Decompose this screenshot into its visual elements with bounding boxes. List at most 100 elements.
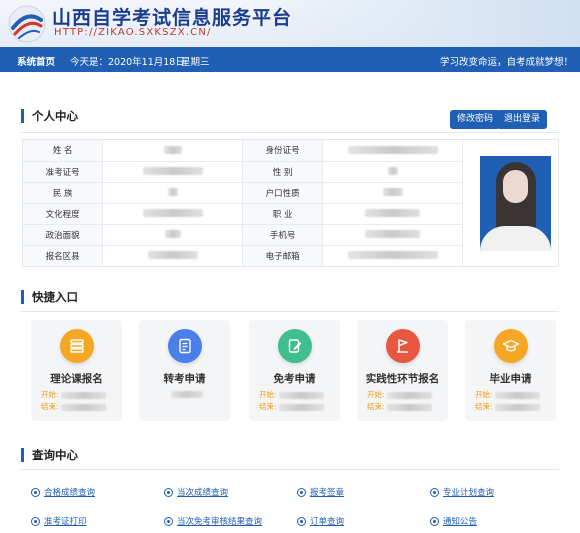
- field-label: 性 别: [242, 161, 324, 183]
- change-password-button[interactable]: 修改密码: [450, 110, 501, 129]
- site-header: 山西自学考试信息服务平台 HTTP://ZIKAO.SXKSZX.CN/: [0, 0, 580, 47]
- circle-icon: [297, 516, 306, 526]
- query-link-current-scores[interactable]: 当次成绩查询: [164, 486, 228, 498]
- circle-icon: [164, 516, 173, 526]
- field-label: 准考证号: [23, 161, 104, 183]
- top-navbar: 系统首页 今天是：2020年11月18日 星期三 学习改变命运，自考成就梦想！: [0, 47, 580, 72]
- field-value: [322, 245, 463, 266]
- redacted-value: [164, 230, 181, 238]
- layers-icon: [60, 329, 94, 363]
- table-row: 政治面貌 手机号: [23, 224, 463, 246]
- quick-card-transfer-application[interactable]: 转考申请: [139, 320, 230, 421]
- redacted-value: [163, 145, 182, 154]
- flag-icon: [386, 329, 420, 363]
- circle-icon: [164, 487, 173, 497]
- redacted-value: [386, 403, 432, 411]
- redacted-value: [278, 403, 324, 411]
- logout-button[interactable]: 退出登录: [497, 110, 548, 129]
- start-time: 开始:: [367, 389, 432, 400]
- field-label: 民 族: [23, 182, 104, 204]
- end-time: 结束:: [367, 401, 432, 412]
- circle-icon: [31, 487, 40, 497]
- current-date: 今天是：2020年11月18日: [70, 57, 185, 68]
- redacted-value: [347, 145, 438, 154]
- redacted-value: [494, 391, 540, 399]
- query-link-admission-ticket-print[interactable]: 准考证打印: [31, 515, 87, 527]
- redacted-value: [347, 251, 438, 260]
- start-time: 开始:: [259, 389, 324, 400]
- nav-home-link[interactable]: 系统首页: [17, 54, 55, 68]
- photo-face: [503, 170, 528, 203]
- start-time: [169, 389, 203, 398]
- end-time: 结束:: [41, 401, 106, 412]
- field-label: 政治面貌: [23, 224, 104, 246]
- redacted-value: [142, 209, 203, 217]
- field-label: 户口性质: [242, 182, 324, 204]
- start-time: 开始:: [475, 389, 540, 400]
- circle-icon: [430, 516, 439, 526]
- redacted-value: [60, 403, 106, 411]
- redacted-value: [365, 230, 421, 238]
- redacted-value: [171, 390, 203, 398]
- redacted-value: [387, 167, 398, 175]
- redacted-value: [60, 391, 106, 399]
- section-title-quick: 快捷入口: [21, 290, 78, 304]
- circle-icon: [297, 487, 306, 497]
- query-link-exemption-review-result[interactable]: 当次免考审核结果查询: [164, 515, 262, 527]
- field-value: [102, 203, 244, 225]
- table-row: 报名区县 电子邮箱: [23, 245, 463, 266]
- quick-entry-cards: 理论课报名 开始: 结束: 转考申请 免考申请 开始: 结束: 实践性环节报名 …: [31, 320, 559, 421]
- quick-card-label: 理论课报名: [50, 373, 103, 385]
- field-value: [322, 203, 463, 225]
- field-value: [322, 224, 463, 246]
- field-value: [102, 245, 244, 266]
- table-row: 文化程度 职 业: [23, 203, 463, 225]
- quick-card-exemption-application[interactable]: 免考申请 开始: 结束:: [249, 320, 340, 421]
- field-label: 姓 名: [23, 140, 104, 162]
- field-value: [102, 182, 244, 204]
- quick-card-label: 毕业申请: [489, 373, 532, 385]
- section-divider: [21, 311, 559, 312]
- header-background: [250, 0, 580, 47]
- photo-shirt: [480, 226, 551, 251]
- table-row: 姓 名 身份证号: [23, 140, 463, 162]
- site-url: HTTP://ZIKAO.SXKSZX.CN/: [54, 27, 212, 38]
- field-label: 职 业: [242, 203, 324, 225]
- query-link-notices[interactable]: 通知公告: [430, 515, 477, 527]
- field-value: [102, 161, 244, 183]
- field-value: [322, 161, 463, 183]
- query-link-passed-scores[interactable]: 合格成绩查询: [31, 486, 95, 498]
- field-value: [322, 140, 463, 162]
- slogan-text: 学习改变命运，自考成就梦想！: [439, 57, 573, 68]
- avatar-photo: [480, 156, 551, 251]
- field-value: [102, 224, 244, 246]
- section-title-query: 查询中心: [21, 448, 78, 462]
- start-time: 开始:: [41, 389, 106, 400]
- query-link-registration-signature[interactable]: 报考签章: [297, 486, 344, 498]
- graduation-cap-icon: [494, 329, 528, 363]
- redacted-value: [365, 209, 421, 217]
- field-value: [102, 140, 244, 162]
- quick-card-label: 免考申请: [273, 373, 316, 385]
- redacted-value: [382, 188, 403, 196]
- quick-card-label: 转考申请: [163, 373, 206, 385]
- redacted-value: [386, 391, 432, 399]
- field-label: 身份证号: [242, 140, 324, 162]
- field-label: 文化程度: [23, 203, 104, 225]
- site-logo-icon[interactable]: [7, 4, 47, 44]
- query-link-major-plan[interactable]: 专业计划查询: [430, 486, 494, 498]
- quick-card-graduation-application[interactable]: 毕业申请 开始: 结束:: [465, 320, 556, 421]
- current-weekday: 星期三: [181, 57, 210, 68]
- table-row: 准考证号 性 别: [23, 161, 463, 183]
- section-title-profile: 个人中心: [21, 109, 78, 123]
- redacted-value: [147, 251, 198, 260]
- query-link-orders[interactable]: 订单查询: [297, 515, 344, 527]
- redacted-value: [142, 167, 203, 175]
- circle-icon: [31, 516, 40, 526]
- end-time: 结束:: [259, 401, 324, 412]
- quick-card-theory-registration[interactable]: 理论课报名 开始: 结束:: [31, 320, 122, 421]
- edit-document-icon: [278, 329, 312, 363]
- quick-card-practical-registration[interactable]: 实践性环节报名 开始: 结束:: [357, 320, 448, 421]
- redacted-value: [494, 403, 540, 411]
- table-row: 民 族 户口性质: [23, 182, 463, 204]
